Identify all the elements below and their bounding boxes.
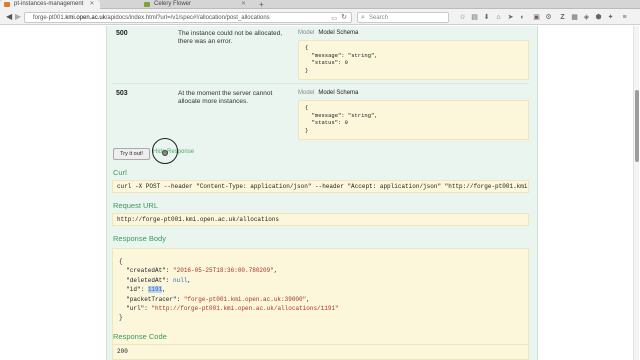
model-schema-box: { "message": "string", "status": 0 } — [298, 40, 529, 80]
json-field-line: "createdAt": "2016-05-25T18:36:00.780209… — [119, 267, 277, 274]
schema-tabs: Model Model Schema — [298, 90, 358, 96]
json-value: "2016-05-25T18:36:00.780209" — [173, 267, 274, 275]
json-key: "id": — [126, 286, 148, 294]
menu-icon[interactable]: ≡ — [620, 13, 629, 22]
schema-tabs: Model Model Schema — [298, 30, 358, 36]
response-code: 503 — [116, 90, 128, 97]
tab-model[interactable]: Model — [298, 90, 314, 96]
response-description: At the moment the server cannot allocate… — [178, 90, 273, 105]
response-code-value: 200 — [112, 344, 529, 360]
tab-pt-instances-management[interactable]: pt-instances-management ✕ — [0, 0, 101, 9]
zotero-icon[interactable]: Z — [558, 13, 567, 22]
json-value: "http://forge-pt001.kmi.open.ac.uk/alloc… — [151, 305, 339, 313]
url-host-domain: kmi.open.ac.uk — [65, 15, 106, 21]
request-url-value: http://forge-pt001.kmi.open.ac.uk/alloca… — [112, 213, 529, 226]
search-icon: ⌕ — [361, 14, 365, 21]
browser-tab-bar: pt-instances-management ✕ Celery Flower ✕ … — [0, 0, 640, 9]
json-close-brace: } — [119, 314, 123, 322]
reader-view-icon[interactable]: ▭ — [331, 14, 337, 22]
json-field-line: "id": 1191, — [119, 286, 166, 294]
address-bar[interactable]: forge-pt001.kmi.open.ac.uk/apidocs/index… — [24, 12, 352, 23]
json-comma: , — [187, 276, 192, 284]
json-key: "createdAt": — [126, 267, 174, 275]
back-icon[interactable]: ◀ — [6, 12, 12, 22]
request-url-title: Request URL — [113, 201, 159, 210]
tab-label: Celery Flower — [154, 1, 192, 7]
url-path: /apidocs/index.html?url=/v1/spec#!/alloc… — [105, 15, 270, 21]
page-scrollbar[interactable] — [633, 26, 639, 360]
json-key: "url": — [126, 305, 152, 313]
search-placeholder: Search — [369, 15, 389, 21]
close-tab-icon[interactable]: ✕ — [89, 1, 94, 7]
close-tab-icon[interactable]: ✕ — [241, 1, 246, 7]
tab-label: pt-instances-management — [14, 1, 84, 7]
json-key: "deletedAt": — [126, 276, 174, 284]
json-field-line: "packetTracer": "forge-pt001.kmi.open.ac… — [119, 296, 310, 303]
tab-model-schema[interactable]: Model Schema — [318, 90, 358, 96]
response-body-title: Response Body — [113, 234, 166, 243]
json-field-line: "url": "http://forge-pt001.kmi.open.ac.u… — [119, 305, 339, 313]
reload-icon[interactable]: ↻ — [341, 13, 347, 22]
mouse-cursor-icon — [162, 150, 168, 156]
response-code: 500 — [116, 30, 128, 37]
app-favicon-icon — [4, 2, 10, 7]
curl-command: curl -X POST --header "Content-Type: app… — [112, 180, 529, 193]
pocket-icon[interactable]: ◐ — [518, 13, 527, 22]
json-value: null — [173, 276, 188, 284]
new-tab-icon[interactable]: + — [259, 0, 264, 9]
download-icon[interactable]: ⬇ — [482, 13, 491, 22]
tag-icon[interactable]: ◈ — [582, 13, 591, 22]
reading-list-icon[interactable]: ▤ — [470, 13, 479, 22]
home-icon[interactable]: ⌂ — [494, 13, 503, 22]
json-field-line: "deletedAt": null, — [119, 277, 191, 284]
forward-icon[interactable]: ▶ — [15, 12, 21, 22]
browser-nav-bar: ◀ ▶ forge-pt001.kmi.open.ac.uk/apidocs/i… — [0, 9, 640, 25]
try-it-out-button[interactable]: Try it out! — [113, 148, 150, 160]
json-value: "forge-pt001.kmi.open.ac.uk:39000" — [183, 295, 307, 303]
response-body: { "createdAt": "2016-05-25T18:36:00.7802… — [112, 248, 529, 352]
response-row-500: 500 The instance could not be allocated,… — [112, 26, 529, 84]
json-comma: , — [273, 267, 278, 275]
flower-favicon-icon — [144, 2, 150, 7]
tab-model-schema[interactable]: Model Schema — [318, 30, 358, 36]
adblock-icon[interactable]: ⬢ — [594, 13, 603, 22]
json-open-brace: { — [119, 258, 123, 265]
tab-celery-flower[interactable]: Celery Flower ✕ — [140, 0, 252, 9]
tab-model[interactable]: Model — [298, 30, 314, 36]
extension-icon[interactable]: ▦ — [570, 13, 579, 22]
url-host-prefix: forge-pt001. — [33, 15, 66, 21]
json-comma: , — [162, 286, 166, 294]
response-description: The instance could not be allocated, the… — [178, 30, 283, 45]
json-value: 1191 — [147, 286, 163, 294]
response-code-title: Response Code — [113, 332, 167, 341]
model-schema-box: { "message": "string", "status": 0 } — [298, 100, 529, 140]
addon-icon[interactable]: ✦ — [606, 13, 615, 22]
scrollbar-thumb[interactable] — [635, 90, 639, 162]
page-content: 500 The instance could not be allocated,… — [0, 26, 640, 360]
settings-icon[interactable]: ⚙ — [544, 13, 553, 22]
bookmark-star-icon[interactable]: ☆ — [458, 13, 467, 22]
screenshot-icon[interactable]: ▣ — [532, 13, 541, 22]
send-icon[interactable]: ➤ — [506, 13, 515, 22]
search-input[interactable]: ⌕ Search — [357, 12, 449, 23]
curl-title: Curl — [113, 168, 127, 177]
response-row-503: 503 At the moment the server cannot allo… — [112, 86, 529, 144]
json-key: "packetTracer": — [126, 295, 184, 303]
json-comma: , — [306, 295, 310, 303]
